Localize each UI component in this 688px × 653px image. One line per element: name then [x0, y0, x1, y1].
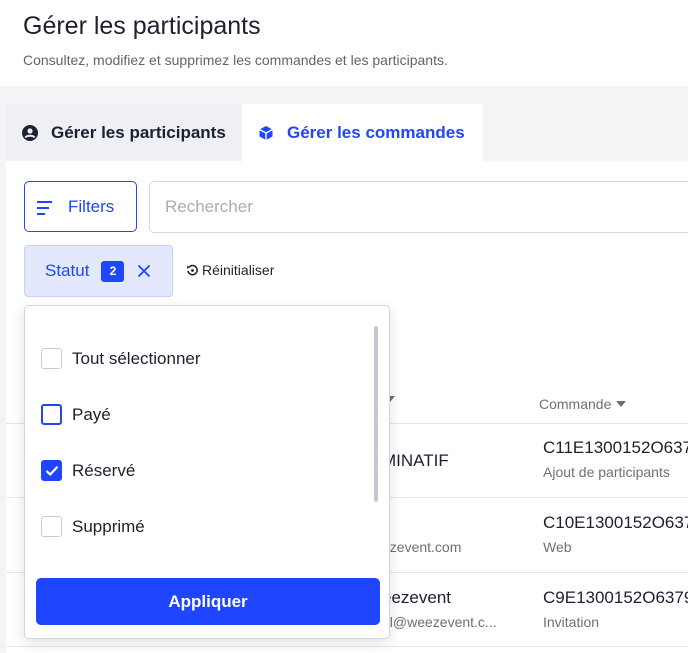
tab-manage-orders[interactable]: Gérer les commandes [242, 104, 483, 161]
checkbox[interactable] [41, 516, 62, 537]
order-source: Invitation [543, 614, 600, 630]
column-header-label: Commande [539, 396, 612, 412]
apply-button[interactable]: Appliquer [36, 578, 380, 625]
reset-label: Réinitialiser [202, 262, 275, 278]
option-label: Tout sélectionner [72, 348, 201, 368]
tab-manage-participants[interactable]: Gérer les participants [6, 104, 242, 161]
user-circle-icon [22, 124, 38, 141]
package-box-icon [258, 125, 274, 141]
sort-caret-icon [616, 401, 627, 407]
tab-label: Gérer les participants [51, 122, 226, 142]
filters-button[interactable]: Filters [24, 181, 137, 232]
page-title: Gérer les participants [23, 12, 261, 40]
search-input[interactable] [149, 181, 688, 233]
row-divider [6, 646, 688, 647]
chip-label: Statut [45, 261, 90, 280]
order-source: Web [543, 539, 572, 555]
order-id[interactable]: C11E1300152O637 [543, 438, 688, 458]
participant-email: al@weezevent.c... [382, 614, 497, 630]
option-label: Payé [72, 404, 111, 424]
option-reserved[interactable]: Réservé [41, 460, 135, 481]
order-source: Ajout de participants [543, 464, 670, 480]
page-subtitle: Consultez, modifiez et supprimez les com… [23, 52, 448, 68]
filter-count-badge: 2 [101, 260, 125, 282]
reset-rotate-icon [186, 264, 199, 277]
participant-name: MINATIF [382, 451, 449, 470]
checkbox-checked[interactable] [41, 460, 62, 481]
filter-lines-icon [37, 200, 55, 215]
page-header: Gérer les participants Consultez, modifi… [0, 0, 688, 86]
participant-email: ezevent.com [382, 539, 462, 555]
option-label: Réservé [72, 460, 136, 480]
checkmark-icon [45, 465, 58, 476]
close-icon[interactable] [137, 264, 151, 278]
order-id[interactable]: C9E1300152O6379 [543, 588, 688, 608]
option-select-all[interactable]: Tout sélectionner [41, 348, 201, 369]
participant-name: eezevent [382, 588, 451, 607]
option-deleted[interactable]: Supprimé [41, 516, 145, 537]
tab-label: Gérer les commandes [287, 122, 465, 142]
checkbox[interactable] [41, 404, 62, 425]
checkbox[interactable] [41, 348, 62, 369]
reset-filters-button[interactable]: Réinitialiser [186, 262, 274, 278]
filters-label: Filters [68, 196, 115, 216]
option-paid[interactable]: Payé [41, 404, 111, 425]
option-label: Supprimé [72, 516, 145, 536]
status-filter-chip[interactable]: Statut 2 [24, 245, 173, 297]
dropdown-scrollbar[interactable] [374, 326, 378, 502]
order-id[interactable]: C10E1300152O637 [543, 513, 688, 533]
status-filter-dropdown: Tout sélectionner Payé Réservé Supprimé … [24, 305, 390, 639]
column-header-order[interactable]: Commande [539, 396, 627, 412]
